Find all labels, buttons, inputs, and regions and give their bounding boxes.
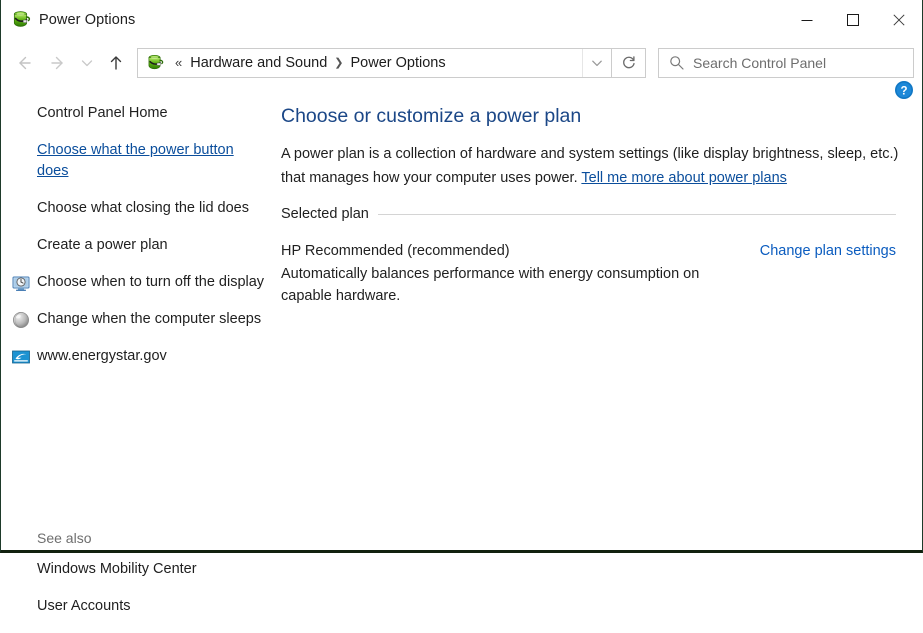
intro-paragraph: A power plan is a collection of hardware… bbox=[281, 142, 900, 190]
breadcrumb-item-hardware-and-sound[interactable]: Hardware and Sound bbox=[186, 53, 331, 73]
forward-arrow-icon[interactable] bbox=[41, 47, 75, 79]
sidebar-item-create-a-power-plan[interactable]: Create a power plan bbox=[1, 235, 279, 256]
sidebar-item-label: Control Panel Home bbox=[37, 103, 168, 124]
section-divider bbox=[378, 214, 896, 215]
power-plug-icon bbox=[10, 9, 32, 31]
recent-locations-chevron-down-icon[interactable] bbox=[75, 47, 99, 79]
sidebar-item-label: Choose what closing the lid does bbox=[37, 198, 249, 219]
plan-description: Automatically balances performance with … bbox=[281, 263, 740, 307]
sidebar-item-user-accounts[interactable]: User Accounts bbox=[1, 596, 279, 617]
search-icon bbox=[659, 55, 693, 70]
search-input[interactable] bbox=[693, 55, 913, 71]
sleep-moon-icon bbox=[11, 310, 31, 330]
sidebar-item-label: Change when the computer sleeps bbox=[37, 309, 261, 330]
sidebar-item-label: User Accounts bbox=[37, 596, 131, 617]
selected-plan-label: Selected plan bbox=[281, 206, 378, 222]
content-area: Control Panel Home Choose what the power… bbox=[1, 85, 922, 550]
window-title: Power Options bbox=[39, 12, 135, 28]
minimize-button[interactable] bbox=[784, 0, 830, 40]
maximize-button[interactable] bbox=[830, 0, 876, 40]
sidebar-item-label: Choose when to turn off the display bbox=[37, 272, 264, 293]
sidebar-item-change-when-the-computer-sleeps[interactable]: Change when the computer sleeps bbox=[1, 309, 279, 330]
sidebar-item-windows-mobility-center[interactable]: Windows Mobility Center bbox=[1, 559, 279, 580]
sidebar-item-label: www.energystar.gov bbox=[37, 346, 167, 367]
refresh-icon[interactable] bbox=[612, 48, 646, 78]
breadcrumb-item-power-options[interactable]: Power Options bbox=[347, 53, 450, 73]
navigation-toolbar: « Hardware and Sound ❯ Power Options bbox=[1, 40, 922, 85]
up-arrow-icon[interactable] bbox=[99, 47, 133, 79]
svg-text:?: ? bbox=[900, 85, 907, 97]
tell-me-more-link[interactable]: Tell me more about power plans bbox=[581, 170, 787, 186]
page-title: Choose or customize a power plan bbox=[281, 103, 900, 129]
power-options-window: Power Options bbox=[0, 0, 923, 553]
help-question-icon[interactable]: ? bbox=[894, 80, 914, 100]
search-box[interactable] bbox=[658, 48, 914, 78]
plan-info: HP Recommended (recommended) Automatical… bbox=[281, 240, 740, 307]
sidebar-item-label: Choose what the power button does bbox=[37, 140, 265, 182]
close-button[interactable] bbox=[876, 0, 922, 40]
main-panel: ? Choose or customize a power plan A pow… bbox=[279, 85, 922, 550]
display-clock-icon bbox=[11, 273, 31, 293]
sidebar-item-label: Windows Mobility Center bbox=[37, 559, 197, 580]
sidebar-item-energystar-gov[interactable]: www.energystar.gov bbox=[1, 346, 279, 367]
back-arrow-icon[interactable] bbox=[7, 47, 41, 79]
breadcrumb: « Hardware and Sound ❯ Power Options bbox=[165, 53, 582, 73]
title-bar: Power Options bbox=[1, 0, 922, 40]
see-also-heading: See also bbox=[1, 530, 279, 546]
sidebar-item-choose-what-the-power-button-does[interactable]: Choose what the power button does bbox=[1, 140, 279, 182]
sidebar-item-label: Create a power plan bbox=[37, 235, 168, 256]
address-power-plug-icon bbox=[145, 53, 165, 73]
window-controls bbox=[784, 0, 922, 40]
breadcrumb-separator-icon[interactable]: ❯ bbox=[331, 56, 346, 69]
see-also-section: See also Windows Mobility Center User Ac… bbox=[1, 530, 279, 633]
sidebar-item-choose-what-closing-the-lid-does[interactable]: Choose what closing the lid does bbox=[1, 198, 279, 219]
plan-name: HP Recommended (recommended) bbox=[281, 240, 740, 262]
sidebar-item-choose-when-to-turn-off-the-display[interactable]: Choose when to turn off the display bbox=[1, 272, 279, 293]
selected-plan-section-header: Selected plan bbox=[281, 206, 900, 222]
change-plan-settings-link[interactable]: Change plan settings bbox=[740, 240, 896, 262]
energy-star-icon bbox=[11, 347, 31, 367]
breadcrumb-overflow[interactable]: « bbox=[171, 55, 186, 70]
selected-plan-row: HP Recommended (recommended) Automatical… bbox=[281, 240, 900, 307]
sidebar-item-control-panel-home[interactable]: Control Panel Home bbox=[1, 103, 279, 124]
sidebar: Control Panel Home Choose what the power… bbox=[1, 85, 279, 550]
address-bar[interactable]: « Hardware and Sound ❯ Power Options bbox=[137, 48, 612, 78]
address-chevron-down-icon[interactable] bbox=[582, 49, 611, 77]
